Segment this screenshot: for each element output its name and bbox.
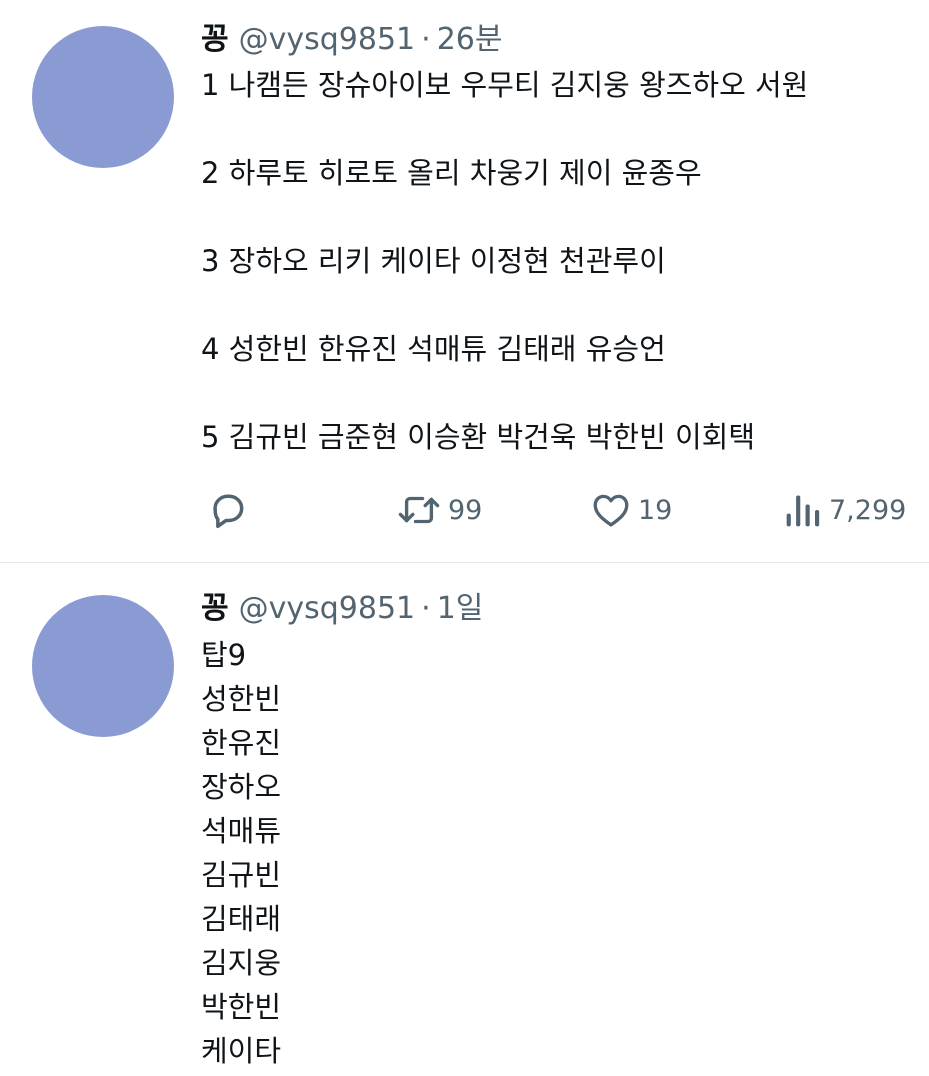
tweet-text-line: 김규빈 (201, 858, 282, 892)
display-name[interactable]: 꽁 (201, 22, 229, 57)
avatar[interactable] (32, 26, 174, 168)
tweet-text-line: 탑9 (201, 638, 247, 672)
tweet-text: 1 나캠든 장슈아이보 우무티 김지웅 왕즈하오 서원 2 하루토 히로토 올리… (201, 63, 808, 459)
retweet-icon (396, 488, 442, 532)
tweet-text: 탑9 성한빈 한유진 장하오 석매튜 김규빈 김태래 김지웅 박한빈 케이타 (201, 633, 281, 1073)
tweet-text-line: 김지웅 (201, 946, 282, 980)
like-button[interactable]: 19 (590, 486, 672, 534)
retweet-button[interactable]: 99 (396, 486, 482, 534)
tweet-text-line: 한유진 (201, 726, 282, 760)
timestamp[interactable]: 26분 (437, 22, 503, 57)
tweet-text-line: 케이타 (201, 1034, 282, 1068)
separator-dot: · (421, 22, 431, 57)
tweet-text-line: 장하오 (201, 770, 282, 804)
tweet-text-line: 3 장하오 리키 케이타 이정현 천관루이 (201, 244, 666, 278)
tweet[interactable]: 꽁 @vysq9851 · 26분 1 나캠든 장슈아이보 우무티 김지웅 왕즈하오 … (0, 0, 929, 563)
views-button[interactable]: 7,299 (783, 486, 906, 534)
tweet-text-line: 5 김규빈 금준현 이승환 박건욱 박한빈 이회택 (201, 420, 756, 454)
views-icon (783, 488, 823, 532)
tweet-actions: 99 19 7,299 (0, 486, 929, 534)
tweet-text-line: 2 하루토 히로토 올리 차웅기 제이 윤종우 (201, 156, 702, 190)
heart-icon (590, 488, 632, 532)
reply-button[interactable] (205, 486, 249, 534)
tweet-text-line: 1 나캠든 장슈아이보 우무티 김지웅 왕즈하오 서원 (201, 68, 809, 102)
display-name[interactable]: 꽁 (201, 591, 229, 626)
tweet-header: 꽁 @vysq9851 · 1일 (201, 589, 483, 629)
avatar[interactable] (32, 595, 174, 737)
tweet[interactable]: 꽁 @vysq9851 · 1일 탑9 성한빈 한유진 장하오 석매튜 김규빈 김태래… (0, 563, 929, 1076)
tweet-text-line: 석매튜 (201, 814, 282, 848)
tweet-text-line: 박한빈 (201, 990, 282, 1024)
tweet-header: 꽁 @vysq9851 · 26분 (201, 20, 502, 60)
user-handle[interactable]: @vysq9851 (239, 22, 416, 57)
tweet-text-line: 4 성한빈 한유진 석매튜 김태래 유승언 (201, 332, 666, 366)
separator-dot: · (421, 591, 431, 626)
retweet-count: 99 (448, 494, 483, 526)
user-handle[interactable]: @vysq9851 (239, 591, 416, 626)
reply-icon (205, 488, 249, 532)
tweet-text-line: 성한빈 (201, 682, 282, 716)
tweet-text-line: 김태래 (201, 902, 282, 936)
views-count: 7,299 (829, 494, 907, 526)
like-count: 19 (638, 494, 673, 526)
timestamp[interactable]: 1일 (437, 591, 484, 626)
